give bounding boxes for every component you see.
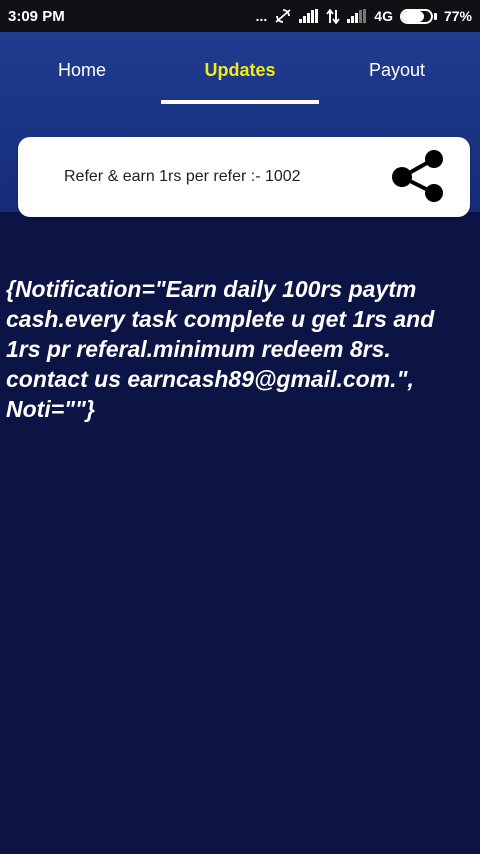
refer-card[interactable]: Refer & earn 1rs per refer :- 1002	[18, 137, 470, 217]
battery-body	[399, 8, 433, 24]
data-arrows-icon	[326, 8, 341, 24]
status-time: 3:09 PM	[8, 7, 65, 25]
share-icon[interactable]	[388, 149, 448, 205]
status-dots: ...	[255, 8, 268, 24]
network-type: 4G	[374, 8, 393, 24]
refer-text: Refer & earn 1rs per refer :- 1002	[64, 168, 301, 185]
signal-icon	[299, 9, 319, 23]
status-bar: 3:09 PM ... 4G 77%	[0, 0, 480, 32]
sync-off-icon	[274, 8, 292, 24]
battery-tip	[433, 12, 437, 20]
notification-text: {Notification="Earn daily 100rs paytm ca…	[6, 276, 435, 422]
status-left: 3:09 PM	[8, 8, 65, 25]
active-tab-indicator	[161, 100, 319, 104]
tab-payout[interactable]: Payout	[317, 60, 477, 81]
battery-percent: 77%	[443, 8, 472, 24]
battery-icon	[399, 8, 437, 24]
app-screen: 3:09 PM ... 4G 77% Home Updates Payout R…	[0, 0, 480, 854]
tab-bar: Home Updates Payout	[0, 32, 480, 108]
signal-weak-icon	[347, 9, 367, 23]
battery-fill	[401, 10, 425, 22]
status-right: ... 4G 77%	[256, 8, 472, 24]
tab-home[interactable]: Home	[2, 60, 162, 81]
tab-updates[interactable]: Updates	[160, 60, 320, 81]
